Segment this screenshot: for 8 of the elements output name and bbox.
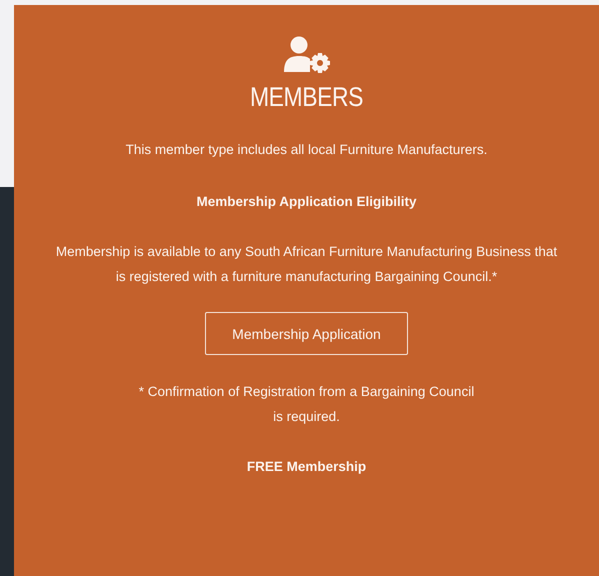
eligibility-text: Membership is available to any South African Furniture Manufacturing Business that is registered with a furniture manufacturing Bargaining Council.* [54, 243, 558, 286]
panel-title: MEMBERS [250, 82, 364, 113]
user-gear-icon [282, 36, 330, 74]
registration-note: * Confirmation of Registration from a Bargaining Council is required. [138, 383, 474, 426]
membership-application-button[interactable]: Membership Application [205, 312, 408, 355]
free-membership-text: FREE Membership [246, 458, 366, 476]
intro-text: This member type includes all local Furniture Manufacturers. [126, 141, 488, 159]
eligibility-heading: Membership Application Eligibility [196, 193, 417, 211]
